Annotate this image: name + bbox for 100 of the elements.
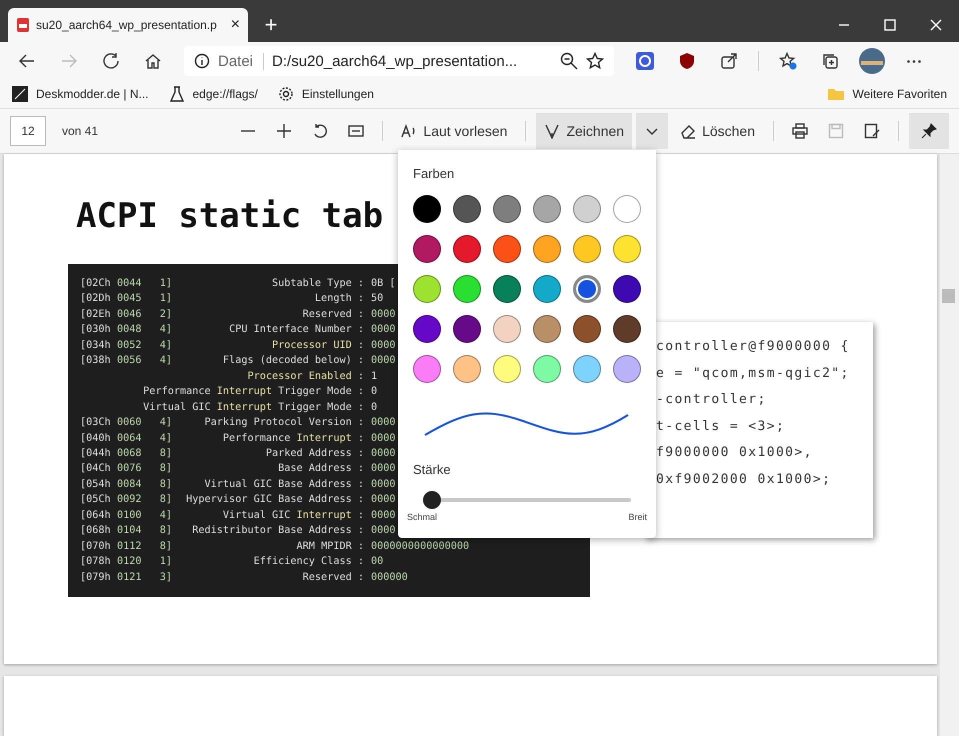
- feather-icon: [12, 86, 28, 102]
- offset-text: [044h: [80, 446, 112, 461]
- forward-arrow-icon: [60, 52, 78, 70]
- color-swatch[interactable]: [613, 195, 641, 223]
- field-value: 0: [371, 400, 378, 415]
- color-swatch[interactable]: [573, 235, 601, 263]
- size-text: 8]: [158, 462, 172, 476]
- color-swatch[interactable]: [613, 235, 641, 263]
- offset-text: [070h: [80, 540, 112, 554]
- pin-icon: [921, 123, 937, 139]
- offset-text: 0076: [117, 462, 143, 476]
- color-swatch[interactable]: [533, 315, 561, 343]
- offset-text: [068h: [80, 524, 112, 538]
- color-swatch[interactable]: [533, 195, 561, 223]
- color-swatch[interactable]: [613, 355, 641, 383]
- color-swatch[interactable]: [573, 355, 601, 383]
- field-label: Performance Interrupt Trigger Mode :: [142, 385, 365, 400]
- code-line: -controller;: [656, 391, 767, 410]
- color-swatch[interactable]: [453, 275, 481, 303]
- offset-text: 0104: [117, 524, 143, 538]
- offset-text: 0084: [117, 478, 143, 492]
- color-swatch[interactable]: [453, 315, 481, 343]
- scheme-label: Datei: [218, 52, 264, 70]
- size-text: 1]: [158, 277, 172, 291]
- share-icon: [720, 52, 738, 70]
- color-swatch[interactable]: [493, 315, 521, 343]
- color-swatch[interactable]: [413, 195, 441, 223]
- erase-button[interactable]: Löschen: [672, 113, 763, 149]
- field-label: Length :: [314, 292, 365, 306]
- color-swatch[interactable]: [533, 355, 561, 383]
- color-swatch[interactable]: [413, 355, 441, 383]
- color-swatch[interactable]: [453, 235, 481, 263]
- offset-text: [02Ch: [80, 277, 112, 291]
- field-label: Efficiency Class :: [252, 555, 365, 570]
- field-label: Virtual GIC Base Address :: [204, 478, 365, 492]
- thickness-slider[interactable]: [423, 491, 631, 508]
- size-text: 8]: [158, 524, 172, 538]
- offset-text: 0121: [117, 570, 143, 585]
- color-swatch[interactable]: [453, 355, 481, 383]
- fit-width-icon: [348, 123, 364, 139]
- color-swatch[interactable]: [453, 195, 481, 223]
- color-swatch[interactable]: [413, 315, 441, 343]
- color-swatch[interactable]: [613, 315, 641, 343]
- address-field[interactable]: Datei D:/su20_aarch64_wp_presentation...: [184, 46, 614, 76]
- settings-icon: [278, 86, 294, 102]
- code-line: 0xf9002000 0x1000>;: [656, 470, 832, 489]
- more-icon: [907, 60, 921, 62]
- field-label: Reserved :: [302, 308, 365, 322]
- offset-text: 0048: [117, 323, 143, 338]
- color-swatch[interactable]: [533, 275, 561, 303]
- offset-text: [02Dh: [80, 292, 112, 306]
- field-label: Parking Protocol Version :: [204, 416, 365, 430]
- field-value: 0000: [371, 508, 396, 523]
- pin-button[interactable]: [909, 113, 949, 149]
- read-aloud-button[interactable]: Laut vorlesen: [393, 113, 516, 149]
- color-swatch[interactable]: [573, 195, 601, 223]
- field-label: CPU Interface Number :: [228, 323, 365, 338]
- draw-button[interactable]: Zeichnen: [536, 113, 632, 149]
- code-line: controller@f9000000 {: [656, 338, 850, 356]
- new-tab-button[interactable]: +: [256, 8, 286, 42]
- field-label: Flags (decoded below) :: [222, 354, 365, 368]
- size-text: 8]: [158, 446, 172, 461]
- color-swatch[interactable]: [493, 195, 521, 223]
- size-text: 1]: [158, 292, 172, 306]
- size-text: 8]: [158, 540, 172, 554]
- size-text: 4]: [158, 338, 172, 353]
- color-swatch[interactable]: [413, 275, 441, 303]
- tab-close-button[interactable]: ×: [230, 16, 240, 34]
- favorite-link[interactable]: edge://flags/: [168, 86, 258, 102]
- size-text: 4]: [158, 323, 172, 338]
- code-line: e = "qcom,msm-qgic2";: [656, 364, 850, 383]
- color-swatch[interactable]: [573, 275, 601, 303]
- eraser-icon: [680, 123, 696, 139]
- swirl-icon: [636, 52, 654, 70]
- field-label: ARM MPIDR :: [296, 540, 365, 554]
- offset-text: 0056: [117, 354, 143, 368]
- color-swatch[interactable]: [493, 355, 521, 383]
- offset-text: 0120: [117, 555, 143, 570]
- other-favorites-link[interactable]: Weitere Favoriten: [826, 87, 947, 101]
- color-swatch[interactable]: [493, 275, 521, 303]
- field-value: 0000: [371, 308, 396, 322]
- page-number-field[interactable]: 12: [10, 116, 46, 146]
- close-icon: [930, 19, 942, 31]
- field-label: Virtual GIC Interrupt :: [222, 508, 365, 523]
- field-value: 1: [371, 370, 378, 384]
- save-icon: [828, 123, 844, 139]
- color-swatch[interactable]: [613, 275, 641, 303]
- collections-icon: [821, 52, 839, 70]
- offset-text: [04Ch: [80, 462, 112, 476]
- thickness-heading: Stärke: [413, 462, 451, 478]
- favorite-link[interactable]: Deskmodder.de | N...: [12, 86, 148, 102]
- flask-icon: [168, 86, 184, 102]
- color-swatch[interactable]: [493, 235, 521, 263]
- color-swatch[interactable]: [533, 235, 561, 263]
- plus-icon: [276, 123, 292, 139]
- field-value: 0B [: [371, 277, 396, 291]
- favorite-link[interactable]: Einstellungen: [278, 86, 374, 102]
- offset-text: [078h: [80, 555, 112, 570]
- color-swatch[interactable]: [413, 235, 441, 263]
- color-swatch[interactable]: [573, 315, 601, 343]
